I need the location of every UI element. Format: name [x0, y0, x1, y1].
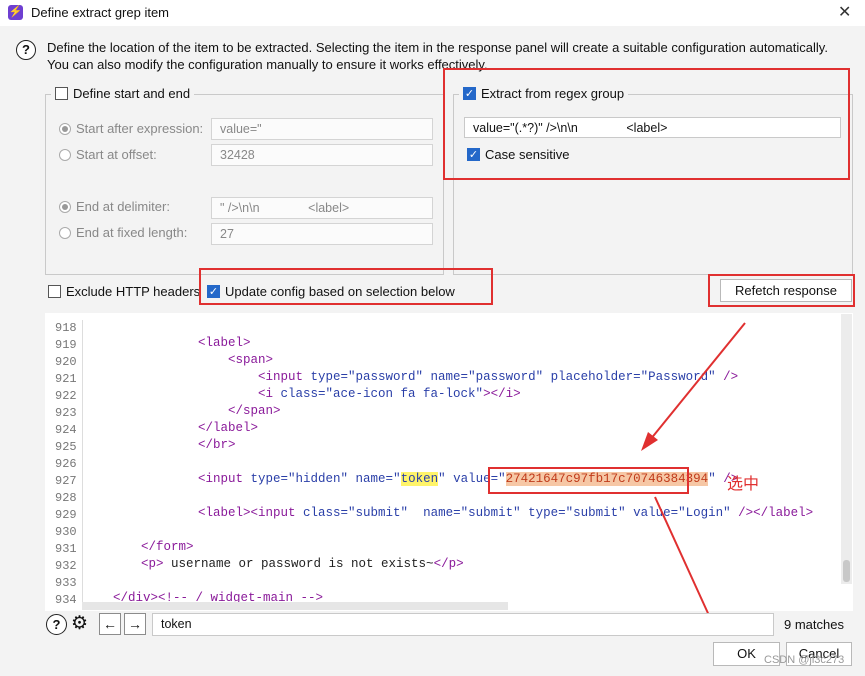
- previous-match-button[interactable]: ←: [99, 613, 121, 635]
- search-input[interactable]: token: [152, 613, 774, 636]
- search-help-icon[interactable]: ?: [46, 614, 67, 635]
- arrow-refetch-to-token: [649, 322, 746, 441]
- arrow-token-to-ok: [654, 496, 713, 623]
- gear-icon[interactable]: ⚙: [71, 613, 88, 635]
- annotation-arrows: [641, 322, 746, 636]
- next-match-button[interactable]: →: [124, 613, 146, 635]
- watermark: CSDN @jl3c273: [764, 654, 845, 666]
- match-count: 9 matches: [784, 617, 844, 632]
